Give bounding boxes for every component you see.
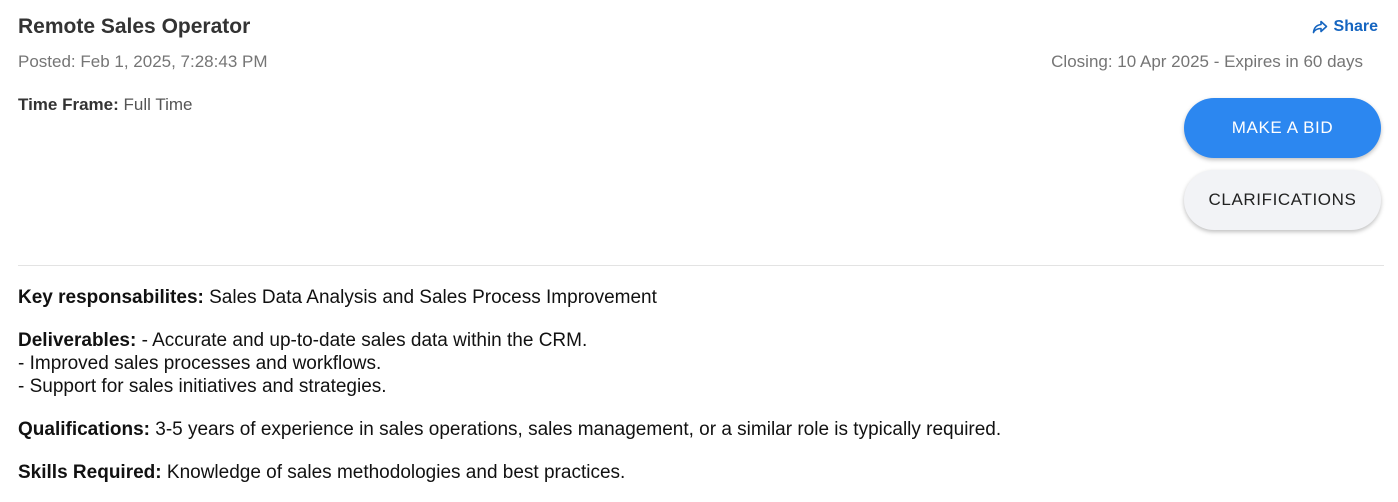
deliverables-line: - Support for sales initiatives and stra… [18, 376, 387, 397]
deliverables-line: - Accurate and up-to-date sales data wit… [141, 330, 588, 351]
qualifications: Qualifications: 3-5 years of experience … [18, 418, 1378, 441]
clarifications-button[interactable]: CLARIFICATIONS [1184, 170, 1381, 230]
share-label: Share [1333, 18, 1378, 35]
job-details: Key responsabilites: Sales Data Analysis… [18, 286, 1378, 502]
section-divider [18, 265, 1384, 266]
deliverables-line: - Improved sales processes and workflows… [18, 353, 382, 374]
time-frame-label: Time Frame: [18, 95, 119, 114]
qualifications-label: Qualifications: [18, 419, 150, 440]
closing-date: Closing: 10 Apr 2025 - Expires in 60 day… [1051, 52, 1363, 71]
job-title: Remote Sales Operator [18, 15, 251, 38]
make-a-bid-button[interactable]: MAKE A BID [1184, 98, 1381, 158]
job-detail-page: Remote Sales Operator Share Posted: Feb … [0, 0, 1398, 502]
deliverables: Deliverables: - Accurate and up-to-date … [18, 329, 1378, 398]
skills-required: Skills Required: Knowledge of sales meth… [18, 461, 1378, 484]
posted-date: Posted: Feb 1, 2025, 7:28:43 PM [18, 52, 268, 71]
key-responsibilities: Key responsabilites: Sales Data Analysis… [18, 286, 1378, 309]
share-arrow-icon [1312, 20, 1328, 34]
key-responsibilities-value: Sales Data Analysis and Sales Process Im… [209, 287, 657, 308]
time-frame: Time Frame: Full Time [18, 95, 192, 115]
skills-label: Skills Required: [18, 462, 162, 483]
key-responsibilities-label: Key responsabilites: [18, 287, 204, 308]
share-button[interactable]: Share [1312, 18, 1378, 36]
qualifications-value: 3-5 years of experience in sales operati… [155, 419, 1002, 440]
deliverables-label: Deliverables: [18, 330, 137, 351]
skills-value: Knowledge of sales methodologies and bes… [166, 462, 626, 483]
time-frame-value: Full Time [123, 95, 193, 114]
